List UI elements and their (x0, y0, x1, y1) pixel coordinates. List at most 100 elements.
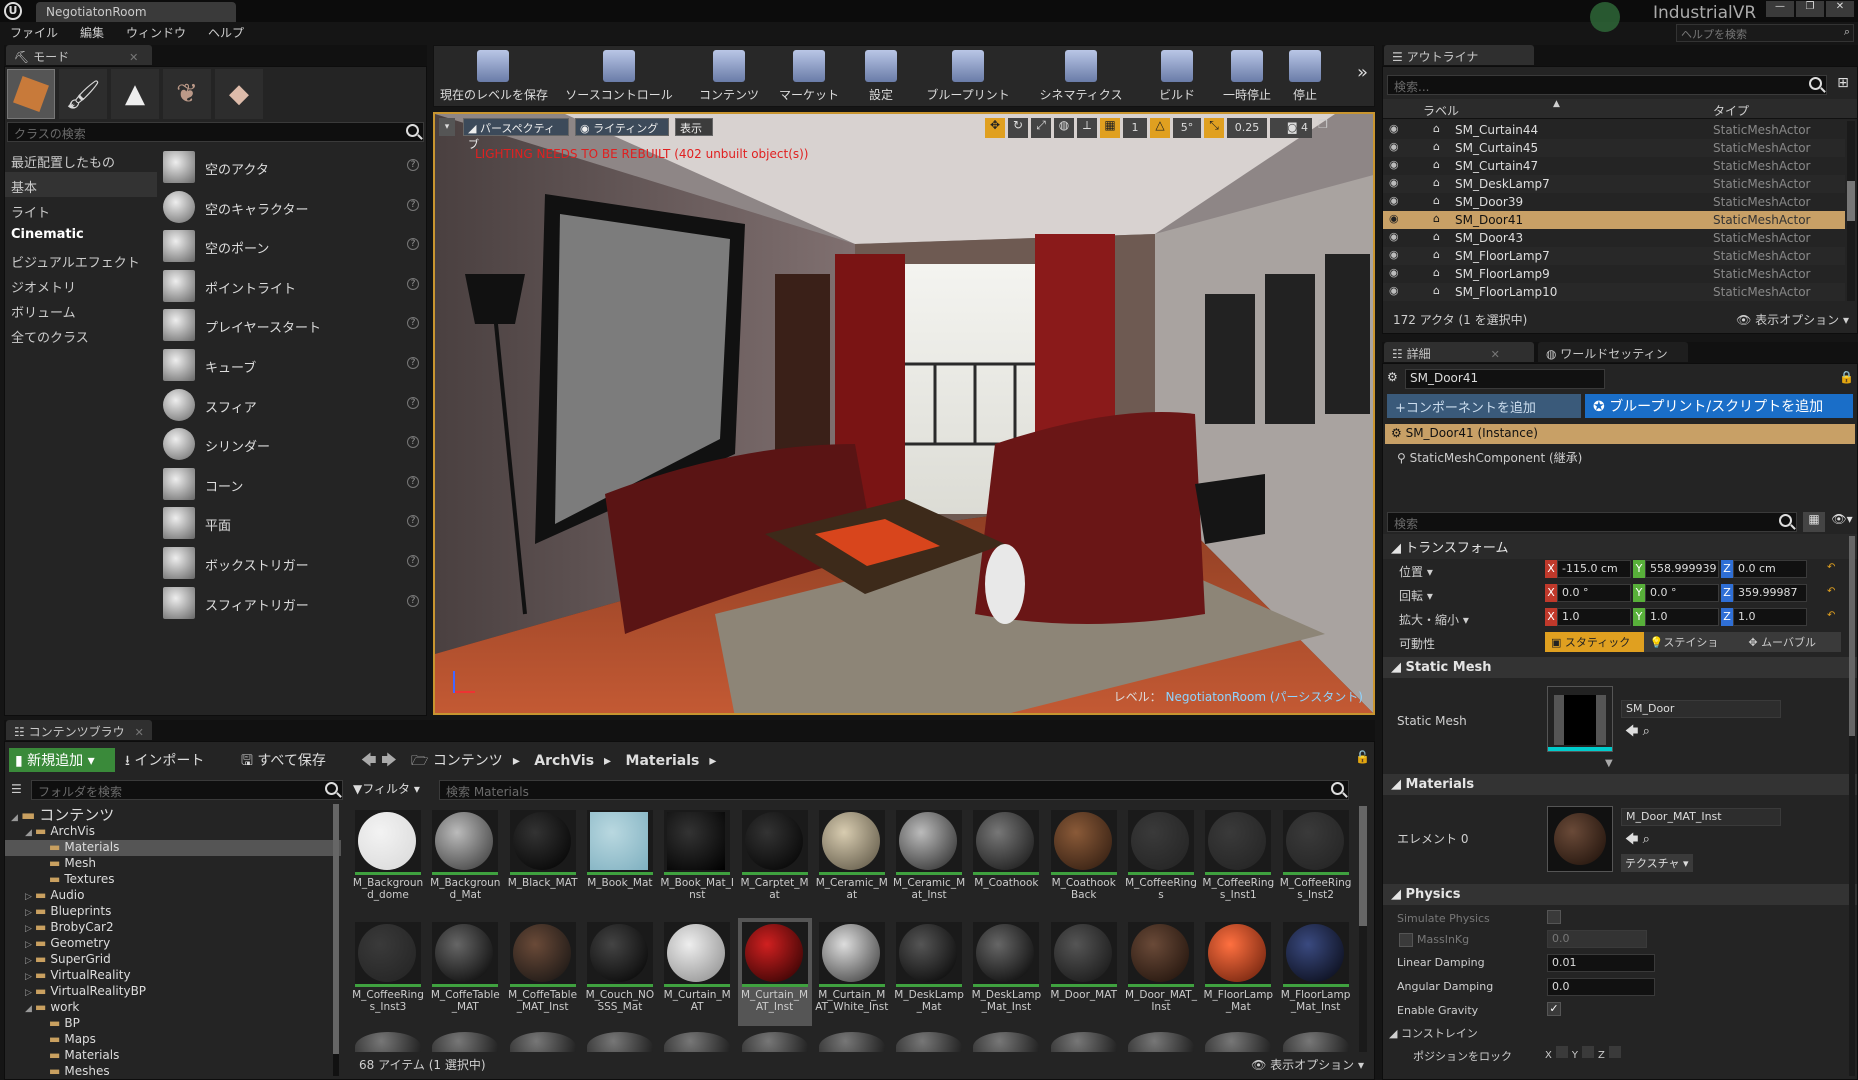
outliner-row[interactable]: ◉ ⌂ SM_Door39 StaticMeshActor (1383, 193, 1845, 211)
rotation-snap-value[interactable]: 5° (1173, 118, 1201, 138)
asset-tile[interactable] (973, 1032, 1040, 1052)
folder-tree-item[interactable]: ▬ Meshes (5, 1064, 341, 1079)
material-dropdown[interactable]: M_Door_MAT_Inst (1621, 808, 1781, 826)
visibility-eye-icon[interactable]: ◉ (1389, 212, 1399, 225)
modes-category-item[interactable]: 全てのクラス (5, 322, 157, 347)
actor-name-input[interactable]: SM_Door41 (1405, 369, 1605, 389)
asset-search-input[interactable]: 検索 Materials (439, 780, 1349, 800)
outliner-row[interactable]: ◉ ⌂ SM_FloorLamp10 StaticMeshActor (1383, 283, 1845, 301)
asset-tile[interactable]: M_Ceramic_Mat_Inst (892, 806, 966, 914)
level-tab[interactable]: NegotiatonRoom (36, 2, 236, 22)
tab-details[interactable]: ☷ 詳細 ✕ (1384, 342, 1534, 362)
asset-tile[interactable]: M_CoffeTable_MAT_Inst (506, 918, 580, 1026)
save-all-button[interactable]: 🖫 すべて保存 (241, 750, 326, 774)
close-icon[interactable]: ✕ (135, 726, 144, 739)
details-scroll-thumb[interactable] (1849, 536, 1855, 736)
menu-window[interactable]: ウィンドウ (126, 24, 186, 44)
outliner-row[interactable]: ◉ ⌂ SM_Door43 StaticMeshActor (1383, 229, 1845, 247)
details-scrollbar[interactable] (1849, 536, 1855, 1076)
folder-tree-item[interactable]: ▷ ▬ Blueprints (5, 904, 341, 920)
materials-header[interactable]: ◢ Materials (1383, 774, 1857, 795)
asset-tile[interactable]: M_Curtain_MAT (660, 918, 734, 1026)
asset-grid-scrollbar[interactable] (1359, 806, 1367, 1052)
scale-x-field[interactable]: 1.0 (1557, 608, 1631, 626)
asset-tile[interactable] (1050, 1032, 1117, 1052)
viewport-options-button[interactable]: ▾ (439, 118, 455, 136)
asset-tile[interactable] (818, 1032, 885, 1052)
asset-tile[interactable]: M_FloorLamp_Mat_Inst (1279, 918, 1353, 1026)
location-z-field[interactable]: 0.0 cm (1733, 560, 1807, 578)
mobility-static-button[interactable]: ▣ スタティック (1545, 632, 1644, 652)
modes-item[interactable]: キューブ? (161, 345, 425, 385)
use-selected-arrow-icon[interactable]: 🡄 (1625, 724, 1638, 739)
menu-file[interactable]: ファイル (10, 24, 58, 44)
asset-tile[interactable] (432, 1032, 499, 1052)
component-row[interactable]: ⚲ StaticMeshComponent (継承) (1397, 449, 1582, 466)
asset-tile[interactable]: M_CoffeeRings (1124, 806, 1198, 914)
folder-tree-item[interactable]: ▷ ▬ Audio (5, 888, 341, 904)
breadcrumb-content[interactable]: コンテンツ (433, 753, 503, 769)
forward-arrow-icon[interactable]: 🡆 (381, 751, 397, 769)
breadcrumb-materials[interactable]: Materials (626, 753, 700, 769)
asset-tile[interactable]: M_DeskLamp_Mat (892, 918, 966, 1026)
help-icon[interactable]: ? (407, 475, 419, 488)
modes-category-item[interactable]: ジオメトリ (5, 272, 157, 297)
asset-tile[interactable]: M_DeskLamp_Mat_Inst (969, 918, 1043, 1026)
location-x-field[interactable]: -115.0 cm (1557, 560, 1631, 578)
help-icon[interactable]: ? (407, 356, 419, 369)
transform-header[interactable]: ◢ トランスフォーム (1383, 534, 1857, 559)
location-y-field[interactable]: 558.999939 (1645, 560, 1719, 578)
mode-place-button[interactable] (7, 69, 55, 119)
asset-tile[interactable]: M_Door_MAT (1047, 918, 1121, 1026)
modes-item[interactable]: シリンダー? (161, 424, 425, 464)
help-icon[interactable]: ? (407, 594, 419, 607)
visibility-eye-icon[interactable]: ◉ (1389, 248, 1399, 261)
folder-tree-item[interactable]: ▬ Textures (5, 872, 341, 888)
col-label[interactable]: ラベル (1423, 102, 1459, 119)
modes-item[interactable]: ボックストリガー? (161, 543, 425, 583)
mass-field[interactable]: 0.0 (1547, 930, 1647, 948)
asset-tile[interactable]: M_CoffeeRings_Inst2 (1279, 806, 1353, 914)
folder-tree-item[interactable]: ▬ BP (5, 1016, 341, 1032)
window-controls[interactable]: — ❐ ✕ (1766, 1, 1854, 17)
blueprint-script-button[interactable]: ✪ ブループリント/スクリプトを追加 (1585, 394, 1853, 418)
close-icon[interactable]: ✕ (1491, 348, 1500, 361)
outliner-view-options[interactable]: 👁 表示オプション ▾ (1736, 311, 1849, 328)
asset-tile[interactable] (664, 1032, 731, 1052)
outliner-scrollbar[interactable] (1847, 121, 1855, 301)
outliner-row[interactable]: ◉ ⌂ SM_Curtain45 StaticMeshActor (1383, 139, 1845, 157)
tab-content-browser[interactable]: ☷ コンテンツブラウ ✕ (6, 720, 152, 740)
outliner-scroll-thumb[interactable] (1847, 181, 1855, 221)
asset-tile[interactable]: M_FloorLamp_Mat (1201, 918, 1275, 1026)
modes-item[interactable]: スフィア? (161, 385, 425, 425)
modes-category-item[interactable]: Cinematic (5, 222, 157, 247)
menu-help[interactable]: ヘルプ (208, 24, 244, 44)
asset-tile[interactable]: M_Black_MAT (506, 806, 580, 914)
static-mesh-header[interactable]: ◢ Static Mesh (1383, 657, 1857, 678)
asset-tile[interactable]: M_CoffeeRings_Inst1 (1201, 806, 1275, 914)
outliner-row[interactable]: ◉ ⌂ SM_FloorLamp9 StaticMeshActor (1383, 265, 1845, 283)
scale-label[interactable]: 拡大・縮小 ▾ (1399, 611, 1469, 628)
help-icon[interactable]: ? (407, 317, 419, 330)
browse-asset-icon[interactable]: ⌕ (1643, 724, 1650, 739)
breadcrumb-archvis[interactable]: ArchVis (534, 753, 594, 769)
toolbar-button-marketplace[interactable]: マーケット (772, 48, 846, 104)
visibility-eye-icon[interactable]: ◉ (1389, 122, 1399, 135)
help-icon[interactable]: ? (407, 396, 419, 409)
folder-tree-item[interactable]: ▷ ▬ SuperGrid (5, 952, 341, 968)
asset-scroll-thumb[interactable] (1359, 806, 1367, 926)
modes-category-item[interactable]: ビジュアルエフェクト (5, 247, 157, 272)
simulate-physics-checkbox[interactable] (1547, 910, 1561, 924)
folder-tree-item[interactable]: ◢ ▬ ArchVis (5, 824, 341, 840)
tab-modes[interactable]: ⛏ モード ✕ (6, 45, 152, 65)
help-search-input[interactable]: ヘルプを検索 ⌕ (1676, 24, 1854, 42)
enable-gravity-checkbox[interactable]: ✓ (1547, 1002, 1561, 1016)
toolbar-button-blueprint[interactable]: ブループリント (916, 48, 1020, 104)
folder-tree-item[interactable]: ▬ Materials (5, 840, 341, 856)
outliner-row[interactable]: ◉ ⌂ SM_Door41 StaticMeshActor (1383, 211, 1845, 229)
modes-category-item[interactable]: 最近配置したもの (5, 147, 157, 172)
help-icon[interactable]: ? (407, 515, 419, 528)
asset-tile[interactable] (1205, 1032, 1272, 1052)
folder-tree-scrollbar[interactable] (333, 804, 339, 1076)
scale-y-field[interactable]: 1.0 (1645, 608, 1719, 626)
